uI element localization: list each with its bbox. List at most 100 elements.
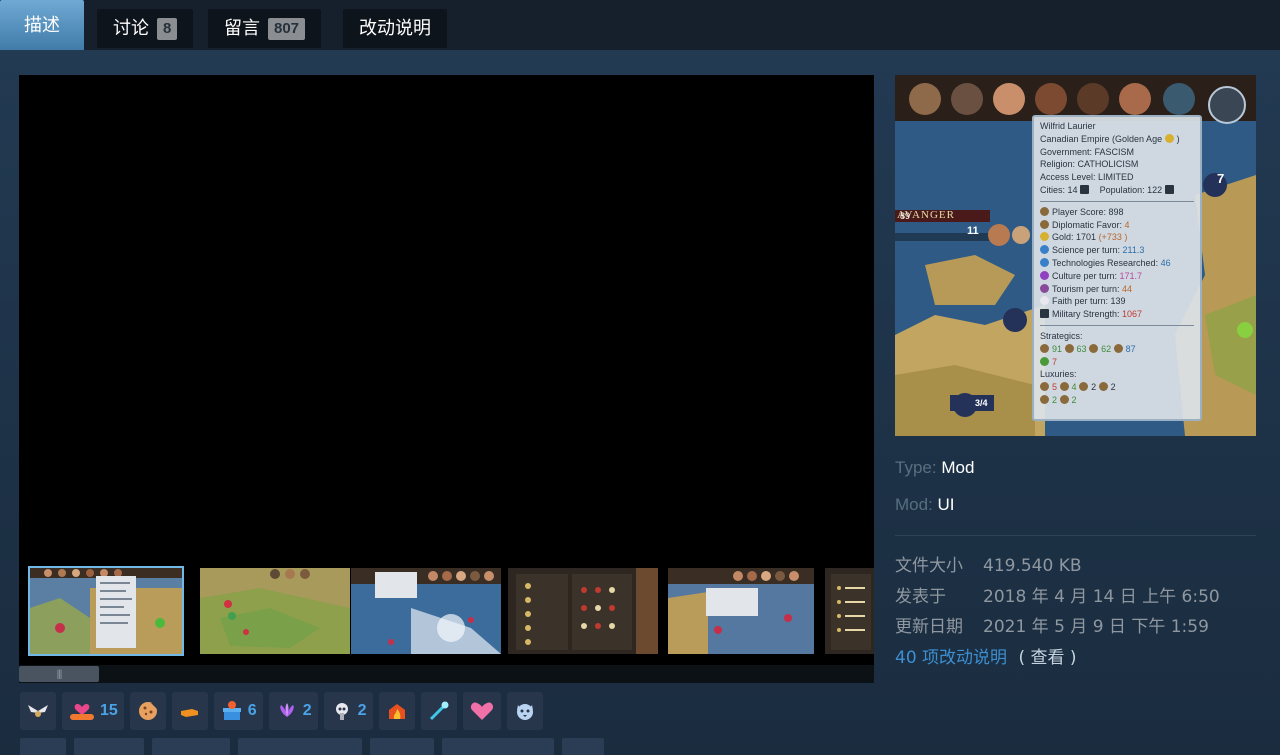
- divider: [895, 535, 1256, 536]
- unit-counter: 3/4: [975, 398, 988, 408]
- action-button-1[interactable]: [20, 738, 66, 755]
- award-love-heart[interactable]: [462, 692, 501, 730]
- posted-label: 发表于: [895, 587, 946, 607]
- action-button-7[interactable]: [562, 738, 604, 755]
- award-count: 2: [302, 702, 312, 719]
- award-fire-house[interactable]: [378, 692, 415, 730]
- divider: [1040, 200, 1194, 202]
- file-size-label: 文件大小: [895, 556, 963, 576]
- wings-icon: [28, 705, 48, 717]
- gold: Gold: 1701 (+733 ): [1040, 231, 1194, 244]
- mod-row: Mod: UI: [895, 495, 955, 515]
- mind-blown-icon: [335, 703, 348, 720]
- award-count: 6: [247, 702, 257, 719]
- type-label: Type:: [895, 458, 937, 477]
- award-comet[interactable]: [420, 692, 457, 730]
- thumbnail-1[interactable]: [28, 566, 184, 656]
- tab-comments[interactable]: 留言 807: [208, 9, 322, 48]
- tab-description[interactable]: 描述: [0, 0, 84, 50]
- love-heart-icon: [470, 702, 493, 720]
- count-badge: 807: [268, 17, 306, 40]
- cookie-icon: [138, 702, 157, 720]
- action-button-3[interactable]: [152, 738, 230, 755]
- turn-number: 7: [1217, 171, 1225, 186]
- award-thumb-hand[interactable]: [171, 692, 208, 730]
- action-button-5[interactable]: [370, 738, 434, 755]
- thumbnail-4[interactable]: [508, 568, 658, 654]
- updated-row: 更新日期 2021 年 5 月 9 日 下午 1:59: [895, 612, 1209, 637]
- award-gift[interactable]: 6: [213, 692, 263, 730]
- divider: [1040, 324, 1194, 326]
- posted-row: 发表于 2018 年 4 月 14 日 上午 6:50: [895, 582, 1220, 607]
- technologies: Technologies Researched: 46: [1040, 257, 1194, 270]
- updated-label: 更新日期: [895, 617, 963, 637]
- award-count: 2: [357, 702, 367, 719]
- gold-icon: [1040, 232, 1049, 242]
- access-level: Access Level: LIMITED: [1040, 172, 1134, 183]
- mod-value[interactable]: UI: [938, 495, 955, 514]
- tab-label: 描述: [24, 14, 60, 36]
- score-icon: [1040, 206, 1049, 216]
- diplomatic-favor: Diplomatic Favor: 4: [1040, 219, 1194, 232]
- updated-value: 2021 年 5 月 9 日 下午 1:59: [983, 617, 1209, 637]
- tourism-icon: [1040, 283, 1049, 293]
- strategics-values: 91 63 62 87: [1040, 343, 1194, 356]
- tab-change-notes[interactable]: 改动说明: [343, 9, 447, 48]
- thumbnail-strip: |||: [19, 557, 874, 683]
- player-score: Player Score: 898: [1040, 206, 1194, 219]
- culture: Culture per turn: 171.7: [1040, 270, 1194, 283]
- tourism: Tourism per turn: 44: [1040, 283, 1194, 296]
- strategics-label: Strategics:: [1040, 330, 1083, 341]
- religion: Religion: CATHOLICISM: [1040, 159, 1139, 170]
- main-media-viewer[interactable]: [19, 75, 874, 557]
- thumbnail-5[interactable]: [668, 568, 814, 654]
- tiger-icon: [516, 704, 533, 720]
- award-heart-hands[interactable]: 15: [62, 692, 124, 730]
- military-icon: [1040, 309, 1049, 319]
- thumbnail-scrollbar[interactable]: |||: [19, 665, 874, 683]
- fire-house-icon: [388, 704, 405, 719]
- unit-hp: 89: [900, 211, 911, 221]
- lotus-icon: [279, 703, 294, 717]
- tab-discussions[interactable]: 讨论 8: [97, 9, 194, 48]
- science-icon: [1040, 245, 1049, 255]
- view-change-notes-link[interactable]: ( 查看 ): [1018, 648, 1076, 668]
- faith-icon: [1040, 296, 1049, 306]
- change-notes-link[interactable]: 40 项改动说明: [895, 648, 1007, 668]
- tab-label: 改动说明: [359, 18, 431, 39]
- leader-name: Wilfrid Laurier: [1040, 121, 1096, 131]
- unit-strength: 11: [967, 225, 979, 237]
- military: Military Strength: 1067: [1040, 308, 1194, 321]
- thumbnail-6[interactable]: [825, 568, 874, 654]
- type-value[interactable]: Mod: [941, 458, 974, 477]
- award-lotus[interactable]: 2: [268, 692, 318, 730]
- gift-icon: [222, 701, 241, 720]
- file-size-value: 419.540 KB: [983, 556, 1082, 576]
- favor-icon: [1040, 219, 1049, 229]
- luxuries-label: Luxuries:: [1040, 369, 1077, 380]
- thumbnail-2[interactable]: [200, 568, 350, 654]
- award-tiger[interactable]: [506, 692, 543, 730]
- file-size-row: 文件大小 419.540 KB: [895, 551, 1082, 576]
- action-button-4[interactable]: [238, 738, 362, 755]
- posted-value: 2018 年 4 月 14 日 上午 6:50: [983, 587, 1220, 607]
- mod-label: Mod:: [895, 495, 933, 514]
- thumb-hand-icon: [180, 709, 198, 717]
- pop-icon: [1164, 184, 1174, 194]
- action-button-2[interactable]: [74, 738, 144, 755]
- tab-label: 留言: [224, 18, 260, 39]
- tab-label: 讨论: [113, 18, 149, 39]
- civ-name: Canadian Empire (Golden Age ): [1040, 133, 1180, 144]
- thumbnail-3[interactable]: [351, 568, 501, 654]
- tab-bar: 描述 讨论 8 留言 807 改动说明: [0, 0, 1280, 50]
- action-button-6[interactable]: [442, 738, 554, 755]
- award-mind-blown[interactable]: 2: [323, 692, 373, 730]
- award-wings[interactable]: [20, 692, 56, 730]
- type-row: Type: Mod: [895, 458, 974, 478]
- leader-tooltip: Wilfrid Laurier Canadian Empire (Golden …: [1032, 115, 1202, 421]
- scrollbar-handle[interactable]: |||: [19, 666, 99, 682]
- awards-bar: 15 6 2 2: [20, 692, 543, 730]
- award-cookie[interactable]: [129, 692, 166, 730]
- preview-image[interactable]: AVANGER 11 89 3/4 7 Wilfrid Laurier Cana…: [895, 75, 1256, 436]
- count-badge: 8: [157, 17, 178, 40]
